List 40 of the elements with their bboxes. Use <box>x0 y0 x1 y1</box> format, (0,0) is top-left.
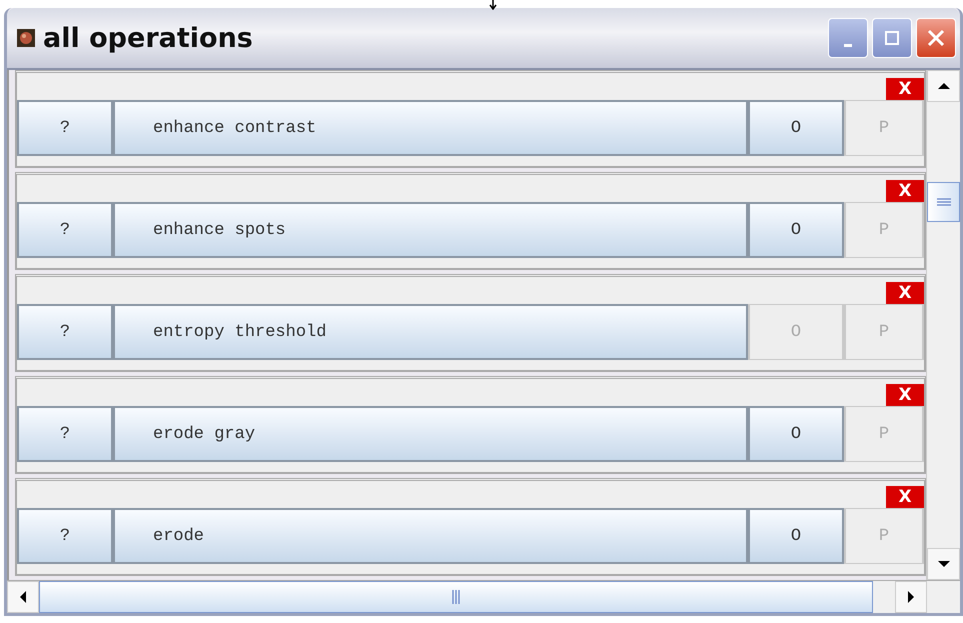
scroll-up-button[interactable] <box>927 70 960 102</box>
scroll-thumb[interactable] <box>39 581 873 613</box>
o-button[interactable]: O <box>748 508 844 564</box>
operation-button[interactable]: entropy threshold <box>113 304 748 360</box>
operation-button[interactable]: erode gray <box>113 406 748 462</box>
right-arrow-icon <box>907 591 915 603</box>
help-button[interactable]: ? <box>17 508 113 564</box>
up-arrow-icon <box>938 82 950 90</box>
left-arrow-icon <box>19 591 27 603</box>
close-icon <box>926 28 946 48</box>
remove-button[interactable]: X <box>886 384 924 406</box>
remove-button[interactable]: X <box>886 180 924 202</box>
remove-button[interactable]: X <box>886 282 924 304</box>
scroll-down-button[interactable] <box>927 548 960 580</box>
o-button[interactable]: O <box>748 202 844 258</box>
remove-button[interactable]: X <box>886 486 924 508</box>
operation-button[interactable]: enhance contrast <box>113 100 748 156</box>
operation-button[interactable]: enhance spots <box>113 202 748 258</box>
down-arrow-icon <box>938 560 950 568</box>
help-button[interactable]: ? <box>17 406 113 462</box>
maximize-button[interactable] <box>872 18 912 58</box>
app-icon <box>17 29 35 47</box>
scroll-thumb[interactable] <box>927 182 960 222</box>
help-button[interactable]: ? <box>17 100 113 156</box>
scroll-right-button[interactable] <box>895 581 927 613</box>
scroll-left-button[interactable] <box>7 581 39 613</box>
minimize-icon <box>844 44 852 46</box>
horizontal-scrollbar[interactable] <box>7 580 960 613</box>
help-button[interactable]: ? <box>17 304 113 360</box>
window-title: all operations <box>43 22 254 54</box>
remove-button[interactable]: X <box>886 78 924 100</box>
help-button[interactable]: ? <box>17 202 113 258</box>
vertical-scrollbar[interactable] <box>926 70 960 580</box>
maximize-icon <box>884 30 900 46</box>
o-button[interactable]: O <box>748 406 844 462</box>
pointer-icon <box>488 0 498 10</box>
o-button[interactable]: O <box>748 100 844 156</box>
minimize-button[interactable] <box>828 18 868 58</box>
operation-button[interactable]: erode <box>113 508 748 564</box>
close-button[interactable] <box>916 18 956 58</box>
